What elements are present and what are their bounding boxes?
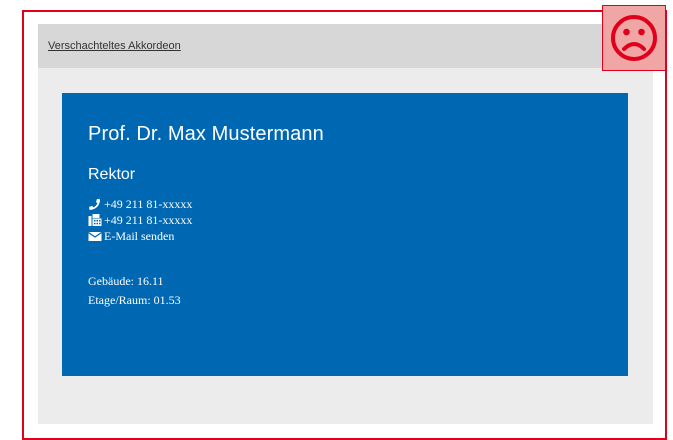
room-text: Etage/Raum: 01.53	[88, 293, 181, 307]
accordion-header[interactable]: Verschachteltes Akkordeon	[38, 24, 653, 68]
building-text: Gebäude: 16.11	[88, 274, 164, 288]
contact-name: Prof. Dr. Max Mustermann	[88, 123, 324, 145]
error-highlight-frame: Verschachteltes Akkordeon Prof. Dr. Max …	[22, 10, 667, 440]
fax-number-link[interactable]: +49 211 81-xxxxx	[104, 213, 192, 228]
email-line: E-Mail senden	[88, 228, 628, 244]
location-info: Gebäude: 16.11 Etage/Raum: 01.53	[88, 272, 628, 310]
contact-role: Rektor	[88, 166, 136, 183]
phone-icon	[89, 199, 100, 210]
fax-line: +49 211 81-xxxxx	[88, 212, 628, 228]
send-email-link[interactable]: E-Mail senden	[104, 229, 174, 244]
nested-accordion: Verschachteltes Akkordeon Prof. Dr. Max …	[38, 24, 653, 424]
accordion-title-link[interactable]: Verschachteltes Akkordeon	[48, 40, 181, 52]
sad-face-icon	[611, 15, 657, 61]
fax-icon	[88, 214, 102, 226]
phone-number-link[interactable]: +49 211 81-xxxxx	[104, 197, 192, 212]
sad-face-indicator	[602, 5, 666, 71]
envelope-icon	[88, 232, 102, 241]
contact-card: Prof. Dr. Max Mustermann Rektor +49 211 …	[62, 93, 628, 376]
phone-line: +49 211 81-xxxxx	[88, 196, 628, 212]
